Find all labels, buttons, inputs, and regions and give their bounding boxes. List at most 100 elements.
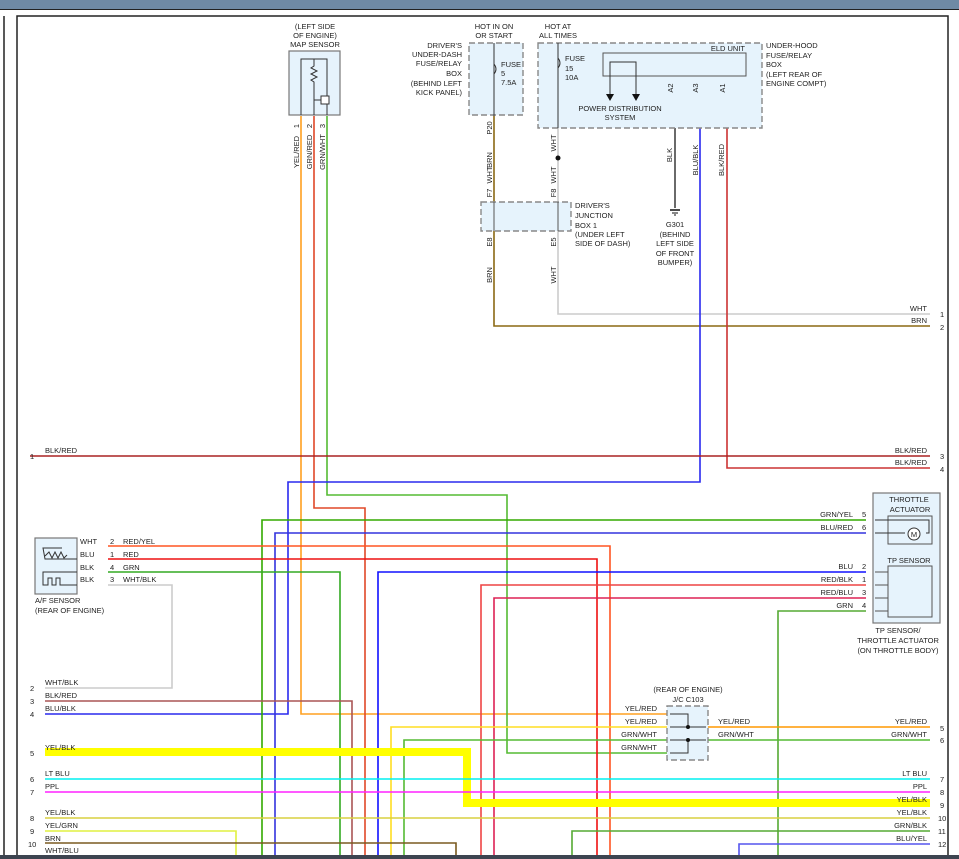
pin-label: 3 (862, 588, 866, 597)
pin-label: 1 (940, 310, 944, 319)
tp-sensor-throttle-actuator[interactable]: THROTTLE ACTUATOR M TP SENSOR GRN/YEL 5 … (820, 492, 941, 655)
wire-label: YEL/RED (895, 717, 928, 726)
wire-label: BLU/BLK (45, 704, 76, 713)
pin-label: 9 (940, 801, 944, 810)
eld-unit-label: ELD UNIT (711, 44, 746, 53)
wire-label: WHT (549, 134, 558, 151)
wire-brn-10[interactable] (45, 842, 457, 855)
hot-label: ALL TIMES (539, 31, 577, 40)
pin-label: F8 (549, 189, 558, 198)
pin-label: 3 (110, 575, 114, 584)
pin-label: A3 (691, 83, 700, 92)
dash-fuse-relay-box[interactable]: HOT IN ON OR START DRIVER'S UNDER-DASH F… (411, 22, 524, 168)
pin-label: P20 (485, 121, 494, 134)
pin-label: 6 (862, 523, 866, 532)
box-label: BOX 1 (575, 221, 597, 230)
hot-label: HOT IN ON (475, 22, 514, 31)
joint-connector-c103[interactable]: (REAR OF ENGINE) J/C C103 YEL/RED YEL/RE… (621, 685, 754, 761)
wire-label: GRN/BLK (894, 821, 927, 830)
motor-label: M (911, 530, 917, 539)
pin-label: 10 (938, 814, 946, 823)
wire-label: YEL/BLK (897, 808, 927, 817)
ground-label: OF FRONT (656, 249, 695, 258)
wire-blu-yel[interactable] (738, 843, 930, 855)
af-sensor-location: (REAR OF ENGINE) (35, 606, 105, 615)
af-sensor-name: A/F SENSOR (35, 596, 81, 605)
component-caption: (ON THROTTLE BODY) (857, 646, 939, 655)
wire-label: YEL/RED (625, 704, 658, 713)
pin-label: 1 (30, 452, 34, 461)
wire-label: BLU/YEL (896, 834, 927, 843)
hot-label: HOT AT (545, 22, 572, 31)
wire-label: BLU/BLK (691, 145, 700, 176)
wire-label: WHT/BLU (45, 846, 79, 855)
box-label: SIDE OF DASH) (575, 239, 631, 248)
fuse-number: 5 (501, 69, 505, 78)
wire-label: GRN (836, 601, 853, 610)
fuse-rating: 7.5A (501, 78, 516, 87)
box-label: DRIVER'S (427, 41, 462, 50)
pin-label: A1 (718, 83, 727, 92)
fuse-rating: 10A (565, 73, 578, 82)
pin-label: 3 (940, 452, 944, 461)
hot-label: OR START (475, 31, 513, 40)
pin-label: 6 (940, 736, 944, 745)
wire-label: GRN/WHT (891, 730, 927, 739)
wire-grn-wht-jc3[interactable] (403, 739, 668, 855)
box-label: BOX (446, 69, 462, 78)
wire-blk-red-3[interactable] (45, 700, 353, 855)
under-hood-fuse-relay-box[interactable]: HOT AT ALL TIMES FUSE 15 10A ELD UNIT PO… (537, 22, 827, 176)
wire-label: RED/BLK (821, 575, 853, 584)
left-connector: 1 BLK/RED 2 WHT/BLK 3 BLK/RED 4 BLU/BLK … (28, 446, 79, 855)
wire-wht-fuse15[interactable] (557, 116, 930, 315)
af-sensor[interactable]: WHT BLU BLK BLK 2 1 4 3 RED/YEL RED GRN … (34, 537, 156, 615)
af-sensor-box (34, 537, 78, 595)
pin-label: A2 (666, 83, 675, 92)
pin-label: 2 (862, 562, 866, 571)
pds-label: POWER DISTRIBUTION (578, 104, 661, 113)
wire-grn-blk[interactable] (571, 830, 930, 855)
map-sensor-location: (LEFT SIDE (295, 22, 335, 31)
box-label: UNDER-HOOD (766, 41, 818, 50)
ground-label: BUMPER) (658, 258, 693, 267)
splice-dot (686, 738, 690, 742)
wire-label: GRN/WHT (621, 730, 657, 739)
wire-label: YEL/BLK (897, 795, 927, 804)
wire-label: RED/BLU (820, 588, 853, 597)
ground-label: G301 (666, 220, 684, 229)
pin-label: 9 (30, 827, 34, 836)
box-label: FUSE/RELAY (416, 59, 462, 68)
map-sensor-name: MAP SENSOR (290, 40, 340, 49)
pin-label: 4 (110, 563, 114, 572)
wire-blu-blk[interactable] (45, 82, 701, 715)
wire-blk-red-a1[interactable] (726, 82, 930, 469)
pin-label: E5 (549, 237, 558, 246)
drivers-junction-box[interactable]: WHT F7 WHT F8 E8 E5 BRN WHT DRIVER'S JUN… (480, 166, 631, 284)
horizontal-scrollbar[interactable] (0, 855, 959, 859)
pin-label: 2 (30, 684, 34, 693)
box-label: (LEFT REAR OF (766, 70, 823, 79)
wire-label: GRN (123, 563, 140, 572)
eld-unit (602, 52, 747, 77)
actuator-label: ACTUATOR (890, 505, 931, 514)
wire-label: WHT (80, 537, 97, 546)
wire-label: BLK (80, 575, 94, 584)
fuse-number: 15 (565, 64, 573, 73)
box-label: (BEHIND LEFT (411, 79, 463, 88)
ground-label: (BEHIND (660, 230, 691, 239)
wire-label: BLK (665, 148, 674, 162)
pin-label: 4 (940, 465, 944, 474)
pin-label: 8 (940, 788, 944, 797)
wire-label: YEL/RED (292, 135, 301, 168)
jc-location: (REAR OF ENGINE) (653, 685, 723, 694)
box-label: FUSE/RELAY (766, 51, 812, 60)
wire-label: WHT/BLK (45, 678, 78, 687)
wire-label: BLK (80, 563, 94, 572)
pin-label: 2 (110, 537, 114, 546)
wire-label: WHT (910, 304, 927, 313)
wire-label: GRN/WHT (621, 743, 657, 752)
wire-label: WHT (485, 166, 494, 183)
pin-label: 7 (940, 775, 944, 784)
wire-yel-blk-thick[interactable] (45, 748, 930, 807)
tp-sensor-label: TP SENSOR (887, 556, 931, 565)
